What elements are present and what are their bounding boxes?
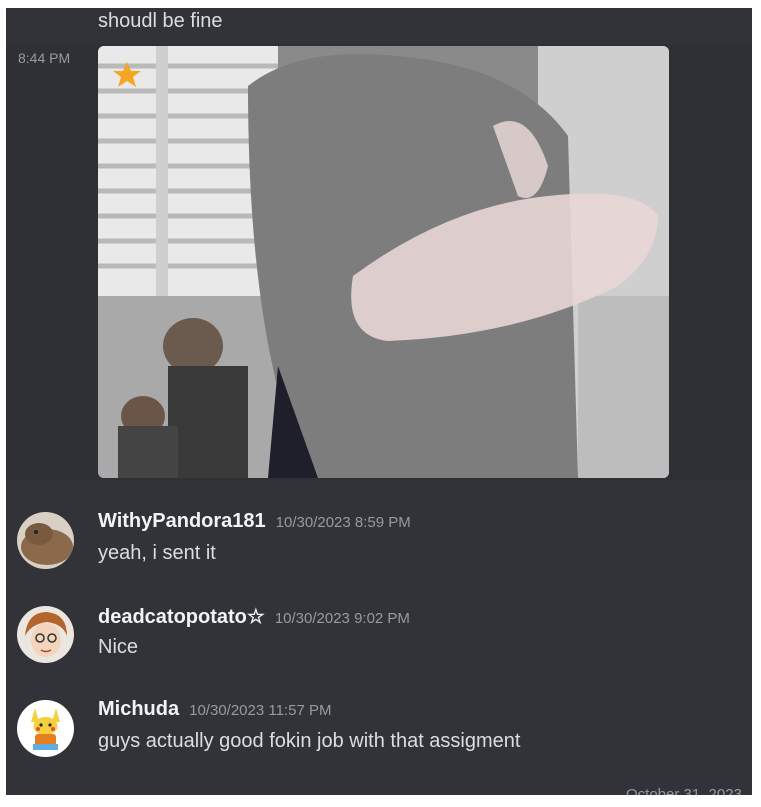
avatar-image — [17, 700, 74, 757]
message-timestamp: 10/30/2023 9:02 PM — [274, 610, 410, 627]
message-content: Nice — [98, 636, 139, 658]
pikachu-avatar[interactable] — [17, 700, 74, 757]
capybara-avatar[interactable] — [17, 512, 74, 569]
previous-message-text: shoudl be fine — [98, 10, 223, 32]
username[interactable]: WithyPandora181 10/30/2023 8:59 PM — [98, 510, 411, 533]
username[interactable]: deadcatopotato☆ 10/30/2023 9:02 PM — [98, 604, 410, 629]
message-content: yeah, i sent it — [98, 542, 216, 564]
message-content: guys actually good fokin job with that a… — [98, 730, 521, 752]
chat-message: deadcatopotato☆ 10/30/2023 9:02 PM Nice — [6, 604, 752, 674]
chat-message: Michuda 10/30/2023 11:57 PM guys actually… — [6, 698, 752, 768]
avatar-image — [17, 606, 74, 663]
chat-message: WithyPandora181 10/30/2023 8:59 PM yeah, … — [6, 510, 752, 580]
username[interactable]: Michuda 10/30/2023 11:57 PM — [98, 698, 331, 721]
date-divider: October 31, 2023 — [626, 786, 742, 795]
star-icon — [113, 62, 141, 87]
message-timestamp: 10/30/2023 11:57 PM — [189, 702, 332, 719]
gif-image — [98, 46, 669, 478]
message-timestamp: 8:44 PM — [18, 50, 71, 66]
avatar-image — [17, 512, 74, 569]
message-timestamp: 10/30/2023 8:59 PM — [275, 514, 411, 531]
gif-attachment[interactable] — [98, 46, 669, 478]
anime-boy-avatar[interactable] — [17, 606, 74, 663]
chat-message-list: shoudl be fine 8:44 PM WithyPandora181 1… — [6, 8, 752, 795]
